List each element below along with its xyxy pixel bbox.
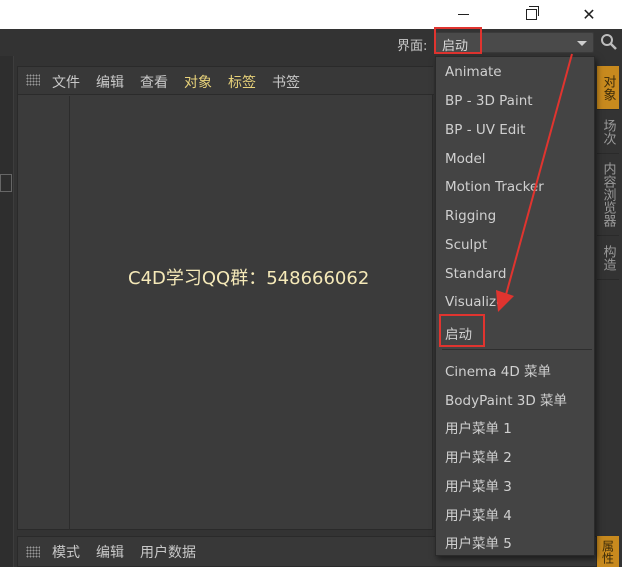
search-icon[interactable] <box>600 33 618 51</box>
layout-option-model[interactable]: Model <box>445 151 486 167</box>
menu-user-data[interactable]: 用户数据 <box>140 542 196 562</box>
object-manager-menubar: 文件 编辑 查看 对象 标签 书签 <box>18 67 434 95</box>
minimize-button[interactable] <box>440 0 486 29</box>
layout-option-user-menu-5[interactable]: 用户菜单 5 <box>445 532 512 552</box>
object-manager: 文件 编辑 查看 对象 标签 书签 <box>17 66 434 530</box>
menu-mode[interactable]: 模式 <box>52 542 80 562</box>
layout-option-user-menu-3[interactable]: 用户菜单 3 <box>445 475 512 495</box>
layout-option-rigging[interactable]: Rigging <box>445 208 496 224</box>
tab-attributes[interactable]: 属性 <box>597 536 619 567</box>
close-button[interactable]: ✕ <box>566 0 612 29</box>
minimize-icon <box>457 14 469 15</box>
annotation-box-select <box>434 27 482 54</box>
menu-file[interactable]: 文件 <box>52 72 80 92</box>
close-icon: ✕ <box>582 5 596 24</box>
layout-option-sculpt[interactable]: Sculpt <box>445 237 487 253</box>
menu-separator <box>442 349 592 350</box>
menu-edit[interactable]: 编辑 <box>96 72 124 92</box>
object-tree-column <box>18 96 70 530</box>
layout-option-user-menu-1[interactable]: 用户菜单 1 <box>445 417 512 437</box>
grip-icon[interactable] <box>26 546 40 558</box>
tab-objects[interactable]: 对象 <box>597 66 619 110</box>
watermark-text: C4D学习QQ群：548666062 <box>128 268 370 289</box>
tab-structure[interactable]: 构造 <box>597 236 619 280</box>
annotation-box-startup <box>439 314 485 347</box>
layout-option-user-menu-4[interactable]: 用户菜单 4 <box>445 504 512 524</box>
restore-icon <box>525 6 539 20</box>
layout-option-bodypaint-menu[interactable]: BodyPaint 3D 菜单 <box>445 389 567 409</box>
tab-content-browser[interactable]: 内容浏览器 <box>597 154 619 236</box>
right-tab-strip: 对象 场次 内容浏览器 构造 <box>597 66 619 306</box>
maximize-button[interactable] <box>508 0 554 29</box>
title-bar: ✕ <box>0 0 622 29</box>
grip-icon[interactable] <box>26 74 40 86</box>
menu-view[interactable]: 查看 <box>140 72 168 92</box>
left-panel-tab[interactable] <box>0 174 12 192</box>
annotation-arrow <box>496 53 573 312</box>
menu-bookmarks[interactable]: 书签 <box>272 72 300 92</box>
tab-takes[interactable]: 场次 <box>597 110 619 154</box>
layout-option-c4d-menu[interactable]: Cinema 4D 菜单 <box>445 360 551 380</box>
menu-tags[interactable]: 标签 <box>228 72 256 92</box>
menu-objects[interactable]: 对象 <box>184 72 212 92</box>
layout-label: 界面: <box>397 39 428 54</box>
triangle-down-icon <box>577 41 587 46</box>
menu-edit-attr[interactable]: 编辑 <box>96 542 124 562</box>
layout-option-user-menu-2[interactable]: 用户菜单 2 <box>445 446 512 466</box>
left-toolbar <box>0 56 14 567</box>
